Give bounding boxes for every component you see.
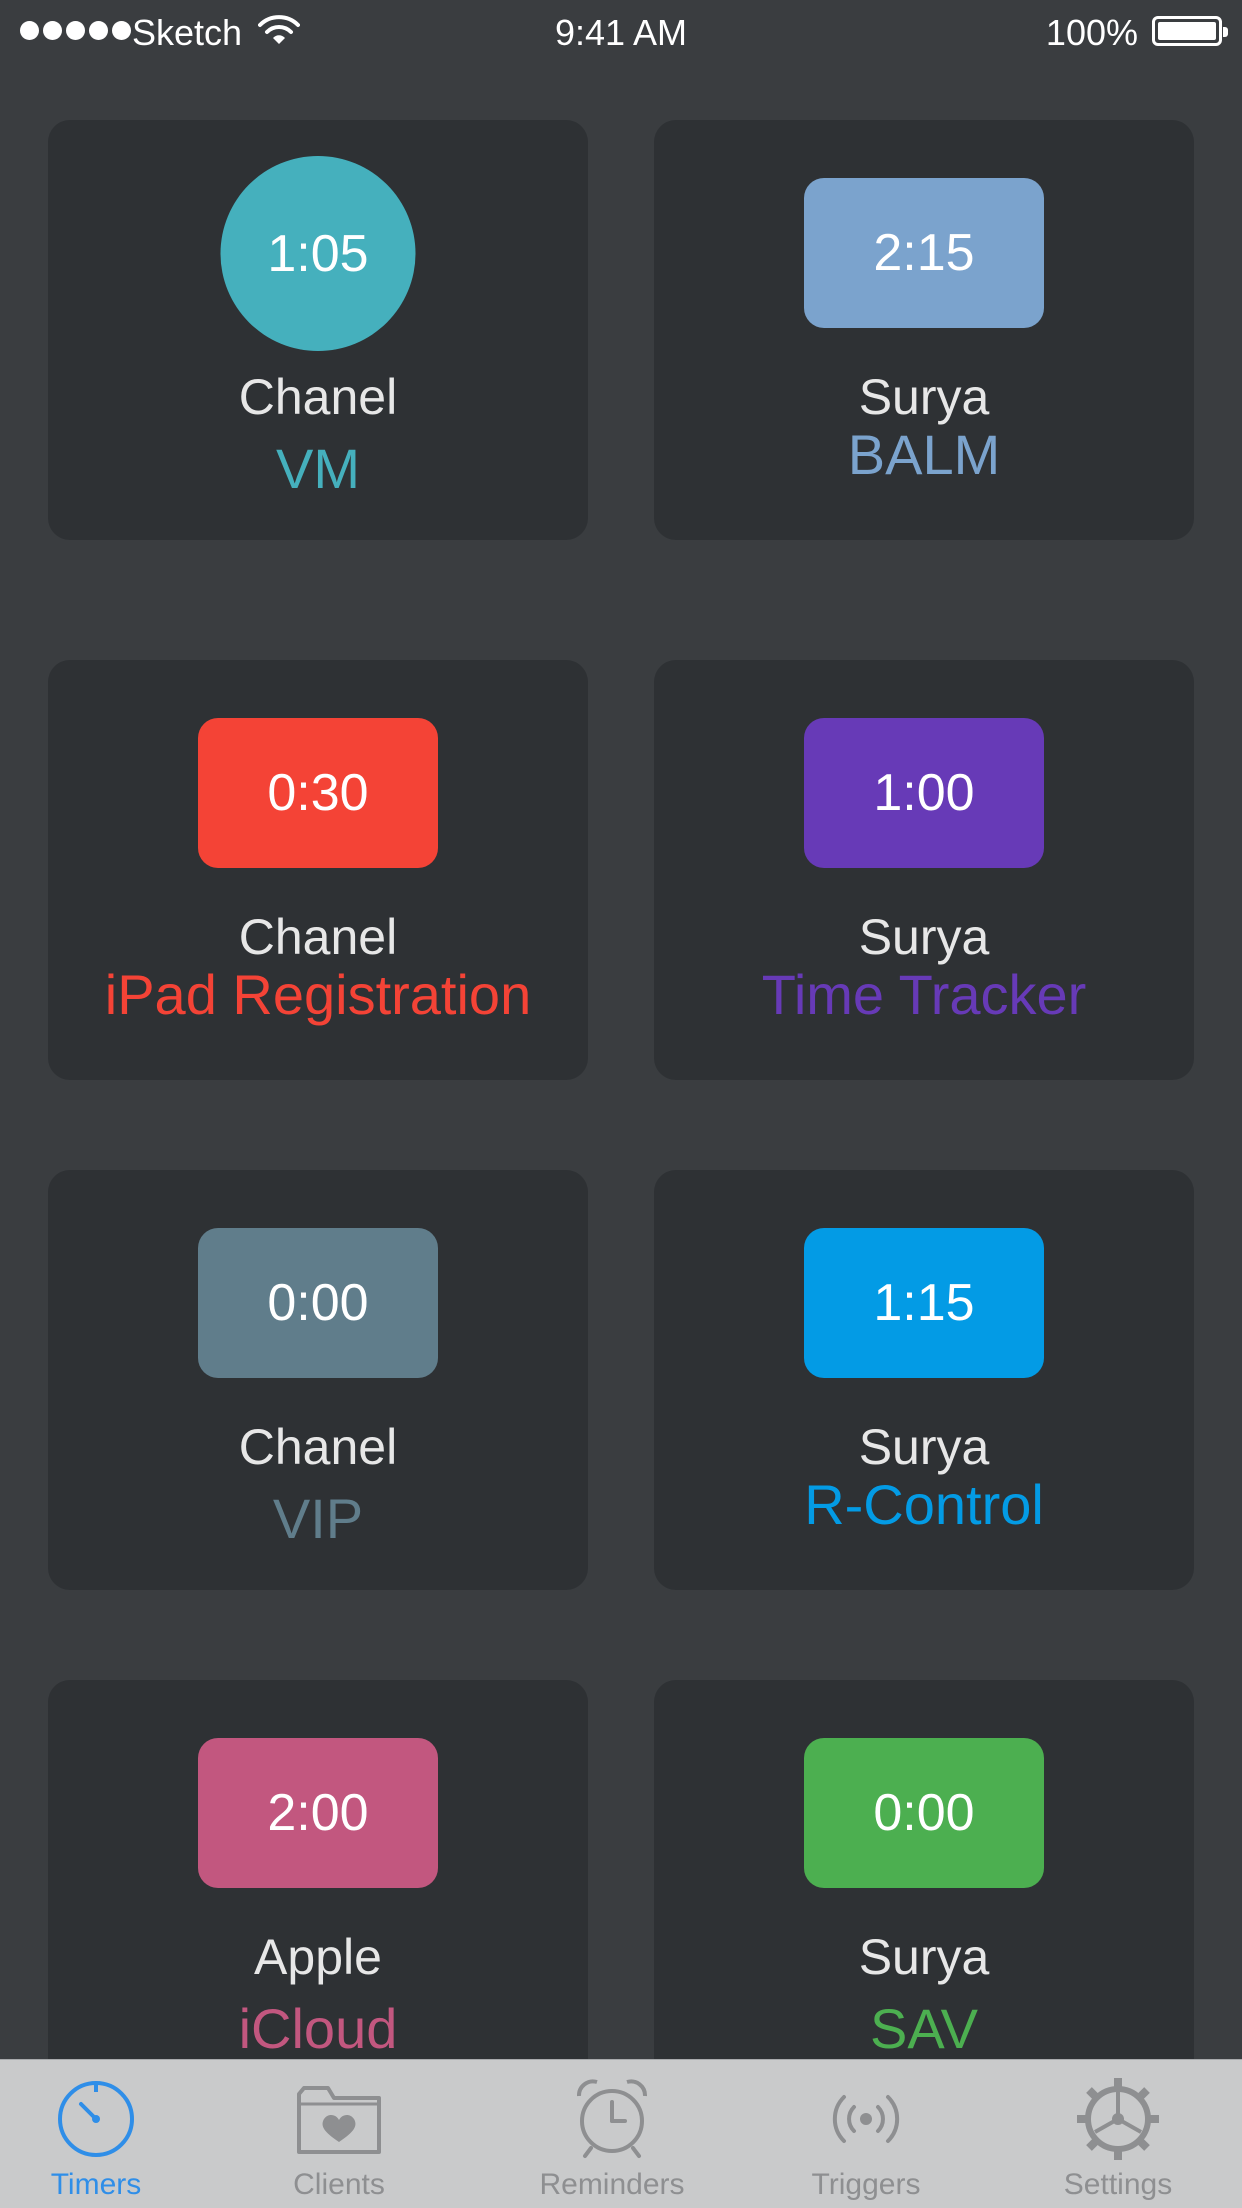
tab-label: Clients [293, 2168, 385, 2201]
tab-label: Timers [50, 2168, 142, 2201]
project-name: BALM [847, 423, 1001, 486]
tab-bar: Timers Clients Reminders Triggers Settin… [0, 2059, 1242, 2208]
project-name: iPad Registration [104, 963, 532, 1026]
broadcast-icon [832, 2095, 900, 2143]
timer-badge[interactable]: 2:15 [804, 178, 1044, 328]
client-name: Surya [858, 1929, 990, 1985]
stopwatch-icon [58, 2081, 134, 2157]
project-name: SAV [870, 1997, 978, 2060]
client-name: Surya [858, 369, 990, 425]
tab-timers[interactable]: Timers [0, 2060, 192, 2208]
timer-card[interactable]: 1:00 Surya Time Tracker [654, 660, 1194, 1080]
timer-badge[interactable]: 1:05 [220, 156, 416, 351]
client-name: Surya [858, 909, 990, 965]
tab-reminders[interactable]: Reminders [486, 2060, 738, 2208]
tab-label: Settings [1063, 2168, 1173, 2201]
alarm-clock-icon [577, 2079, 647, 2158]
project-name: iCloud [238, 1997, 398, 2060]
timer-card[interactable]: 2:00 Apple iCloud [48, 1680, 588, 2060]
timer-badge[interactable]: 1:00 [804, 718, 1044, 868]
timer-badge[interactable]: 0:00 [198, 1228, 438, 1378]
gear-icon [1077, 2078, 1159, 2160]
tab-triggers[interactable]: Triggers [738, 2060, 994, 2208]
tab-clients[interactable]: Clients [192, 2060, 486, 2208]
client-name: Chanel [238, 369, 398, 425]
timer-card[interactable]: 0:30 Chanel iPad Registration [48, 660, 588, 1080]
project-name: R-Control [804, 1473, 1044, 1536]
folder-heart-icon [297, 2086, 381, 2154]
project-name: Time Tracker [761, 963, 1087, 1026]
timer-card[interactable]: 1:15 Surya R-Control [654, 1170, 1194, 1590]
timer-card[interactable]: 1:05 Chanel VM [48, 120, 588, 540]
project-name: VM [276, 437, 360, 500]
timer-card[interactable]: 0:00 Surya SAV [654, 1680, 1194, 2060]
tab-settings[interactable]: Settings [994, 2060, 1242, 2208]
client-name: Chanel [238, 909, 398, 965]
project-name: VIP [272, 1487, 364, 1550]
client-name: Surya [858, 1419, 990, 1475]
client-name: Apple [254, 1929, 382, 1985]
timer-card[interactable]: 0:00 Chanel VIP [48, 1170, 588, 1590]
tab-label: Triggers [811, 2168, 921, 2201]
timer-badge[interactable]: 0:00 [804, 1738, 1044, 1888]
tab-label: Reminders [539, 2168, 685, 2201]
timer-badge[interactable]: 2:00 [198, 1738, 438, 1888]
timer-badge[interactable]: 1:15 [804, 1228, 1044, 1378]
timer-grid: 1:05 Chanel VM 2:15 Surya BALM 0:30 Chan… [0, 0, 1242, 2060]
client-name: Chanel [238, 1419, 398, 1475]
timer-card[interactable]: 2:15 Surya BALM [654, 120, 1194, 540]
timer-badge[interactable]: 0:30 [198, 718, 438, 868]
